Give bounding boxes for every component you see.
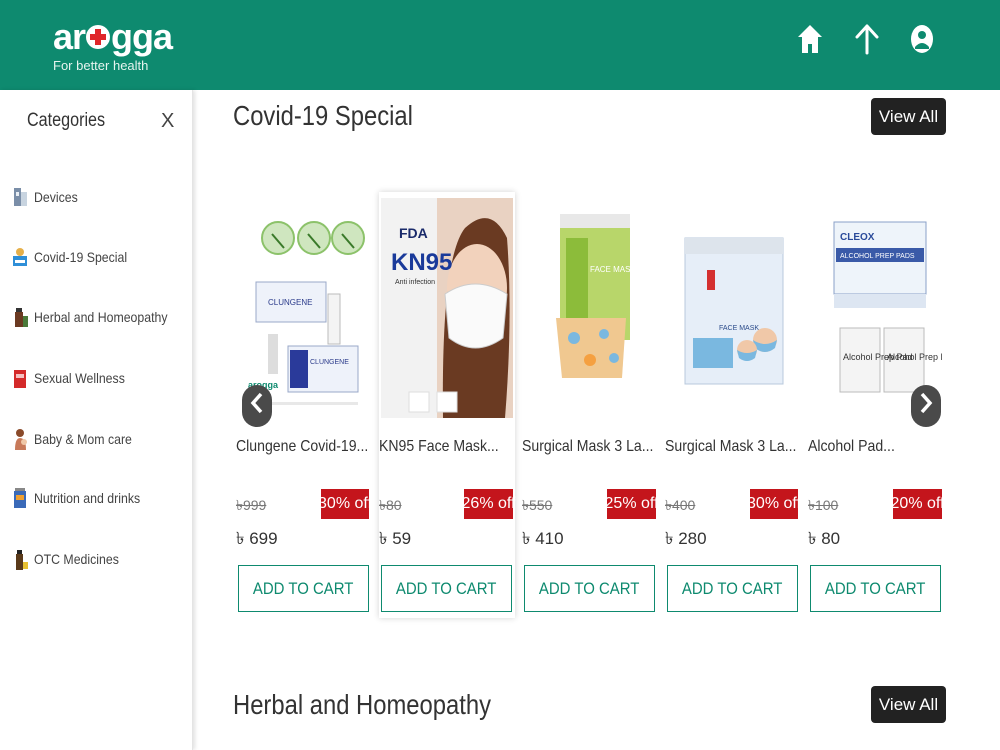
covid-icon [12,244,30,270]
arogga-logo[interactable]: ar gga For better health [53,16,173,74]
sidebar-item-label: Devices [34,189,78,205]
user-icon[interactable] [908,22,936,56]
product-image[interactable]: FACE MASK [524,198,656,418]
add-to-cart-label: ADD TO CART [396,578,497,598]
mask-box-label: FACE MASK [719,325,759,332]
product-old-price: ৳400 [665,497,696,513]
fda-label: FDA [399,225,428,241]
sidebar-item-nutrition-and-drinks[interactable]: Nutrition and drinks [12,482,155,514]
categories-sidebar: Categories X Devices Covid-19 Special He… [0,90,193,750]
product-card[interactable]: FACE MASK Surgical Mask 3 La... ৳550 25%… [522,192,658,618]
sidebar-item-label: Herbal and Homeopathy [34,309,168,325]
clungene-box-label: CLUNGENE [268,298,312,307]
add-to-cart-button[interactable]: ADD TO CART [524,565,655,612]
sidebar-item-covid-19-special[interactable]: Covid-19 Special [12,241,140,273]
add-to-cart-label: ADD TO CART [682,578,783,598]
product-price: ৳ 59 [379,529,412,548]
product-old-price: ৳550 [522,497,553,513]
chevron-left-icon [250,392,264,421]
add-to-cart-label: ADD TO CART [539,578,640,598]
product-price: ৳ 80 [808,529,841,548]
sidebar-item-herbal-and-homeopathy[interactable]: Herbal and Homeopathy [12,301,186,333]
chevron-right-icon [919,392,933,421]
discount-badge: 25% off [605,489,658,519]
sidebar-item-label: OTC Medicines [34,551,119,567]
product-price: ৳ 280 [665,529,707,548]
sidebar-item-label: Covid-19 Special [34,249,128,265]
product-old-price: ৳100 [808,497,839,513]
section-title-covid: Covid-19 Special [233,100,413,131]
carousel-next-button[interactable] [911,385,941,427]
product-old-price: ৳999 [236,497,267,513]
baby-mom-icon [12,426,30,452]
product-name[interactable]: Alcohol Pad... [808,438,895,456]
sidebar-item-otc-medicines[interactable]: OTC Medicines [12,543,130,575]
alcohol-prep-pads-label: ALCOHOL PREP PADS [840,253,915,260]
clungene-box2-label: CLUNGENE [310,359,349,366]
logo-cross-icon [86,25,111,49]
anti-infection-label: Anti infection [395,279,435,286]
sidebar-close-button[interactable]: X [161,110,174,133]
discount-badge: 26% off [462,489,515,519]
add-to-cart-button[interactable]: ADD TO CART [810,565,941,612]
otc-icon [12,546,30,572]
discount-badge: 20% off [891,489,944,519]
view-all-button-covid[interactable]: View All [871,98,946,135]
kn95-label: KN95 [391,249,452,276]
product-name[interactable]: Surgical Mask 3 La... [665,438,796,456]
product-image[interactable]: FACE MASK [667,198,799,418]
carousel-prev-button[interactable] [242,385,272,427]
sexual-wellness-icon [12,365,30,391]
devices-icon [12,184,30,210]
sidebar-title: Categories [27,110,106,131]
arrow-up-icon[interactable] [853,22,881,56]
logo-text-right: gga [111,16,173,57]
product-price: ৳ 410 [522,529,564,548]
sidebar-item-label: Nutrition and drinks [34,490,141,506]
nutrition-icon [12,485,30,511]
add-to-cart-button[interactable]: ADD TO CART [667,565,798,612]
sidebar-item-label: Baby & Mom care [34,431,132,447]
product-card[interactable]: FDA KN95 Anti infection KN95 Face Mask..… [379,192,515,618]
herbal-icon [12,304,30,330]
sidebar-item-sexual-wellness[interactable]: Sexual Wellness [12,362,137,394]
home-icon[interactable] [796,22,824,56]
add-to-cart-button[interactable]: ADD TO CART [381,565,512,612]
product-price: ৳ 699 [236,529,278,548]
logo-tagline: For better health [53,58,149,73]
discount-badge: 30% off [747,489,801,519]
logo-wordmark: ar gga [53,16,173,57]
discount-badge: 30% off [318,489,372,519]
product-name[interactable]: Clungene Covid-19... [236,438,368,456]
view-all-button-herbal[interactable]: View All [871,686,946,723]
cleox-brand-label: CLEOX [840,232,875,243]
product-image[interactable]: FDA KN95 Anti infection [381,198,513,418]
product-name[interactable]: Surgical Mask 3 La... [522,438,653,456]
pad-label-2: Alcohol Prep Pad [887,352,942,362]
section-title-herbal: Herbal and Homeopathy [233,689,491,720]
add-to-cart-label: ADD TO CART [253,578,354,598]
sidebar-item-label: Sexual Wellness [34,370,125,386]
mask-box-label: FACE MASK [590,265,636,274]
product-old-price: ৳80 [379,497,402,513]
top-header: ar gga For better health [0,0,1000,90]
logo-text-left: ar [53,16,86,57]
product-card[interactable]: FACE MASK Surgical Mask 3 La... ৳400 30%… [665,192,801,618]
add-to-cart-button[interactable]: ADD TO CART [238,565,369,612]
add-to-cart-label: ADD TO CART [825,578,926,598]
sidebar-item-baby-mom-care[interactable]: Baby & Mom care [12,423,145,455]
sidebar-item-devices[interactable]: Devices [12,181,84,213]
product-name[interactable]: KN95 Face Mask... [379,438,499,456]
